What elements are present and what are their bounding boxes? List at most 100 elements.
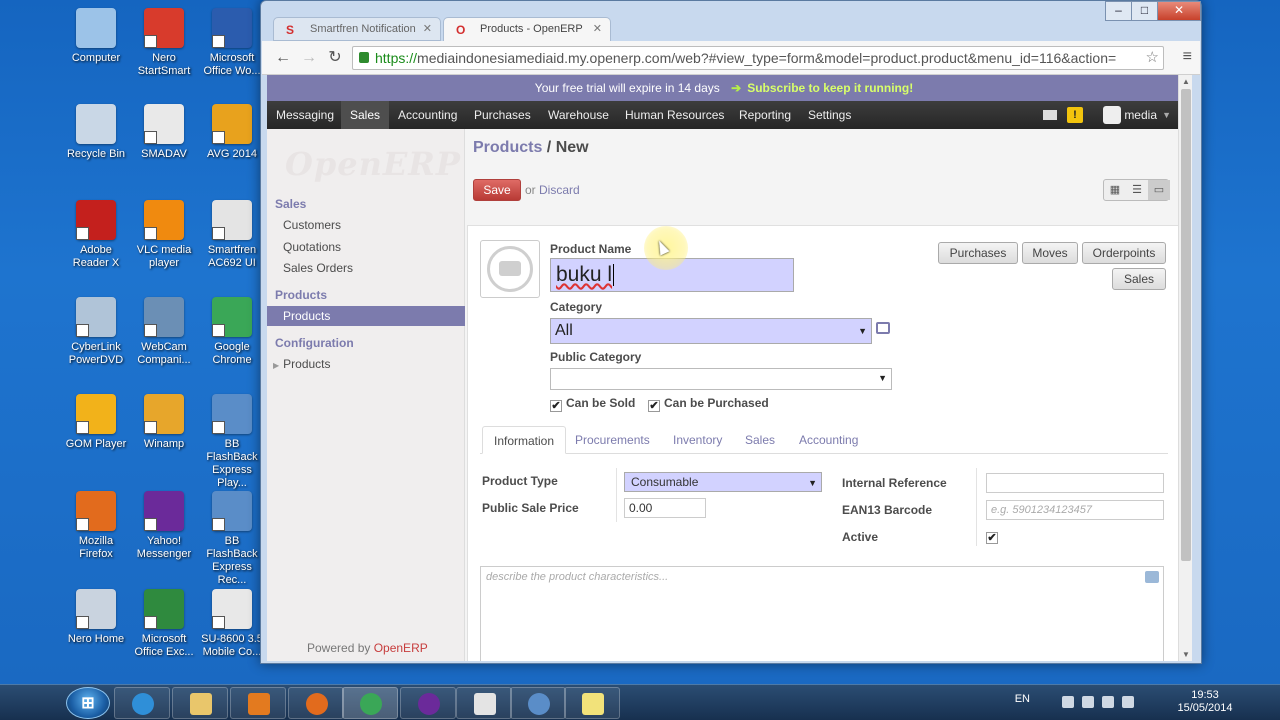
sales-button[interactable]: Sales xyxy=(1112,268,1166,290)
menu-warehouse[interactable]: Warehouse xyxy=(539,101,618,129)
scroll-down-icon[interactable]: ▼ xyxy=(1182,650,1190,659)
menu-purchases[interactable]: Purchases xyxy=(465,101,540,129)
ean13-input[interactable]: e.g. 5901234123457 xyxy=(986,500,1164,520)
browser-menu-icon[interactable]: ≡ xyxy=(1183,48,1192,66)
maximize-button[interactable]: □ xyxy=(1131,1,1158,21)
can-be-purchased-checkbox[interactable]: ✔ Can be Purchased xyxy=(648,396,769,412)
scrollbar-thumb[interactable] xyxy=(1181,89,1191,561)
public-sale-price-input[interactable]: 0.00 xyxy=(624,498,706,518)
tab-sales[interactable]: Sales xyxy=(734,426,786,454)
desktop-icon-vlc-media-player[interactable]: VLC media player xyxy=(130,200,198,270)
active-checkbox[interactable]: ✔ xyxy=(986,528,1002,544)
user-menu[interactable]: media xyxy=(1124,101,1157,129)
scroll-up-icon[interactable]: ▲ xyxy=(1182,77,1190,86)
powered-brand-link[interactable]: OpenERP xyxy=(374,641,428,655)
moves-button[interactable]: Moves xyxy=(1022,242,1078,264)
desktop-icon-bb-flashback-recorder[interactable]: BB FlashBack Express Rec... xyxy=(198,491,266,587)
checkbox-checked-icon[interactable]: ✔ xyxy=(648,400,660,412)
can-be-sold-checkbox[interactable]: ✔ Can be Sold xyxy=(550,396,635,412)
external-link-icon[interactable] xyxy=(876,322,890,334)
mail-icon[interactable] xyxy=(1043,110,1057,120)
volume-icon[interactable] xyxy=(1122,696,1134,708)
sidebar-item-config-products[interactable]: ▶ Products xyxy=(267,354,465,374)
sidebar-item-customers[interactable]: Customers xyxy=(267,215,465,235)
clock[interactable]: 19:53 15/05/2014 xyxy=(1170,689,1240,715)
language-indicator[interactable]: EN xyxy=(1015,693,1030,705)
desktop-icon-nero-startsmart[interactable]: Nero StartSmart xyxy=(130,8,198,78)
desktop-icon-su-8600-mobile[interactable]: SU-8600 3.5 Mobile Co... xyxy=(198,589,266,659)
checkbox-checked-icon[interactable]: ✔ xyxy=(986,532,998,544)
taskbar-media-player[interactable] xyxy=(230,687,286,719)
menu-reporting[interactable]: Reporting xyxy=(730,101,800,129)
sidebar-heading-products[interactable]: Products xyxy=(275,288,327,302)
taskbar-internet-explorer[interactable] xyxy=(114,687,170,719)
save-button[interactable]: Save xyxy=(473,179,521,201)
tab-accounting[interactable]: Accounting xyxy=(788,426,869,454)
tab-procurements[interactable]: Procurements xyxy=(564,426,661,454)
menu-messaging[interactable]: Messaging xyxy=(267,101,343,129)
tab-close-icon[interactable]: ✕ xyxy=(423,22,432,35)
alert-icon[interactable]: ! xyxy=(1067,107,1083,123)
internal-reference-input[interactable] xyxy=(986,473,1164,493)
address-bar[interactable]: https://mediaindonesiamediaid.my.openerp… xyxy=(352,46,1164,70)
desktop-icon-cyberlink-powerdvd[interactable]: CyberLink PowerDVD xyxy=(62,297,130,367)
power-icon[interactable] xyxy=(1102,696,1114,708)
desktop-icon-computer[interactable]: Computer xyxy=(62,8,130,65)
form-view-icon[interactable]: ▭ xyxy=(1148,180,1170,200)
product-type-select[interactable]: Consumable ▼ xyxy=(624,472,822,492)
sidebar-item-quotations[interactable]: Quotations xyxy=(267,237,465,257)
desktop-icon-adobe-reader-x[interactable]: Adobe Reader X xyxy=(62,200,130,270)
sidebar-item-sales-orders[interactable]: Sales Orders xyxy=(267,258,465,278)
sidebar-heading-configuration[interactable]: Configuration xyxy=(275,336,354,350)
orderpoints-button[interactable]: Orderpoints xyxy=(1082,242,1166,264)
reload-icon[interactable]: ↻ xyxy=(324,48,346,68)
discard-link[interactable]: Discard xyxy=(539,183,580,197)
tab-information[interactable]: Information xyxy=(482,426,567,454)
product-image[interactable] xyxy=(480,240,540,298)
taskbar-file-explorer[interactable] xyxy=(172,687,228,719)
taskbar-firefox[interactable] xyxy=(288,687,344,719)
back-arrow-icon[interactable]: ← xyxy=(272,48,294,68)
breadcrumb-products-link[interactable]: Products xyxy=(473,139,542,156)
tab-close-icon[interactable]: ✕ xyxy=(593,22,602,35)
tab-products-openerp[interactable]: O Products - OpenERP ✕ xyxy=(443,17,611,41)
desktop-icon-smartfren-ac692[interactable]: Smartfren AC692 UI xyxy=(198,200,266,270)
desktop-icon-google-chrome[interactable]: Google Chrome xyxy=(198,297,266,367)
menu-accounting[interactable]: Accounting xyxy=(389,101,466,129)
taskbar-bb-flashback[interactable] xyxy=(510,687,566,719)
taskbar-chrome[interactable] xyxy=(342,687,398,719)
desktop-icon-microsoft-office-word[interactable]: Microsoft Office Wo... xyxy=(198,8,266,78)
public-category-select[interactable]: ▼ xyxy=(550,368,892,390)
start-button[interactable]: ⊞ xyxy=(66,687,110,719)
desktop-icon-smadav[interactable]: SMADAV xyxy=(130,104,198,161)
tab-inventory[interactable]: Inventory xyxy=(662,426,733,454)
desktop-icon-microsoft-office-excel[interactable]: Microsoft Office Exc... xyxy=(130,589,198,659)
menu-settings[interactable]: Settings xyxy=(799,101,860,129)
subscribe-link[interactable]: Subscribe to keep it running! xyxy=(731,81,913,95)
sidebar-item-products[interactable]: Products xyxy=(267,306,465,326)
purchases-button[interactable]: Purchases xyxy=(938,242,1018,264)
desktop-icon-yahoo-messenger[interactable]: Yahoo! Messenger xyxy=(130,491,198,561)
page-scrollbar[interactable]: ▲ ▼ xyxy=(1178,75,1192,661)
flag-icon[interactable] xyxy=(1062,696,1074,708)
minimize-button[interactable]: – xyxy=(1105,1,1132,21)
avatar[interactable] xyxy=(1103,106,1121,124)
close-window-button[interactable]: ✕ xyxy=(1157,1,1201,21)
taskbar-notes[interactable] xyxy=(564,687,620,719)
tab-smartfren-notification[interactable]: S Smartfren Notification ✕ xyxy=(273,17,441,41)
translate-icon[interactable] xyxy=(1145,571,1159,583)
desktop-icon-webcam-companion[interactable]: WebCam Compani... xyxy=(130,297,198,367)
checkbox-checked-icon[interactable]: ✔ xyxy=(550,400,562,412)
menu-sales[interactable]: Sales xyxy=(341,101,390,129)
sidebar-heading-sales[interactable]: Sales xyxy=(275,197,306,211)
category-select[interactable]: All ▼ xyxy=(550,318,872,344)
taskbar-yahoo-messenger[interactable] xyxy=(400,687,456,719)
list-view-icon[interactable]: ☰ xyxy=(1126,180,1148,200)
desktop-icon-gom-player[interactable]: GOM Player xyxy=(62,394,130,451)
desktop-icon-mozilla-firefox[interactable]: Mozilla Firefox xyxy=(62,491,130,561)
chevron-down-icon[interactable]: ▼ xyxy=(1162,101,1171,129)
desktop-icon-recycle-bin[interactable]: Recycle Bin xyxy=(62,104,130,161)
network-icon[interactable] xyxy=(1082,696,1094,708)
desktop-icon-winamp[interactable]: Winamp xyxy=(130,394,198,451)
taskbar-smartfren[interactable] xyxy=(456,687,512,719)
